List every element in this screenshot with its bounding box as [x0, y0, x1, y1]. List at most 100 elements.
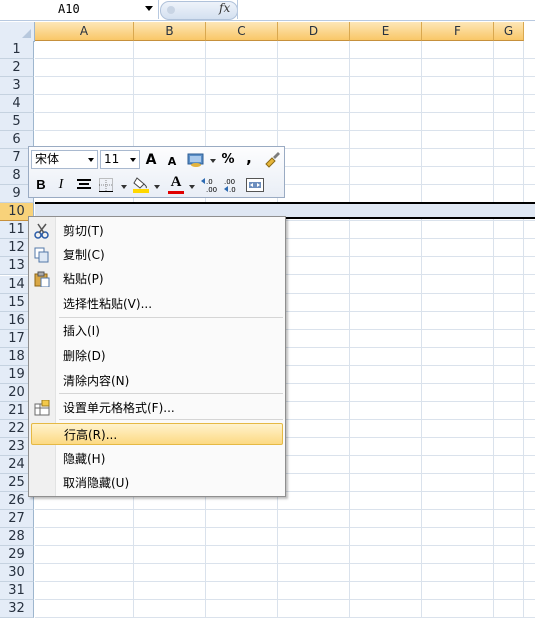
font-name-combo[interactable]: 宋体 [31, 150, 98, 169]
insert-function-button[interactable]: fx [219, 1, 230, 15]
row-header-1[interactable]: 1 [0, 41, 34, 59]
row-header-3[interactable]: 3 [0, 77, 34, 95]
row-header-31[interactable]: 31 [0, 582, 34, 600]
context-menu-item[interactable]: 设置单元格格式(F)... [31, 397, 283, 419]
gridline-horizontal [35, 76, 535, 77]
context-menu-item-label: 设置单元格格式(F)... [63, 401, 175, 415]
decrease-decimal-icon[interactable]: .00 .0 [224, 177, 244, 193]
row-header-32[interactable]: 32 [0, 600, 34, 618]
row-header-28[interactable]: 28 [0, 528, 34, 546]
column-header-d[interactable]: D [278, 22, 350, 41]
paste-icon [34, 271, 50, 287]
context-menu-item-label: 删除(D) [63, 349, 106, 363]
chevron-down-icon[interactable] [145, 6, 153, 11]
increase-decimal-icon[interactable]: .0 .00 [201, 177, 221, 193]
gridline-horizontal [35, 130, 535, 131]
gridline-horizontal [35, 509, 535, 510]
context-menu-item[interactable]: 取消隐藏(U) [31, 472, 283, 494]
select-all-corner[interactable] [0, 22, 35, 42]
italic-button[interactable]: I [55, 175, 67, 195]
center-align-icon[interactable] [77, 179, 91, 191]
chevron-down-icon[interactable] [130, 158, 136, 162]
fill-color-icon[interactable] [132, 175, 150, 193]
font-name-value[interactable]: 宋体 [35, 152, 59, 166]
context-menu-item[interactable]: 清除内容(N) [31, 370, 283, 392]
row-header-30[interactable]: 30 [0, 564, 34, 582]
merge-center-icon[interactable] [246, 178, 264, 192]
formula-bar: A10 fx [0, 0, 535, 21]
borders-icon[interactable] [99, 178, 113, 192]
row-header-4[interactable]: 4 [0, 95, 34, 113]
grow-font-button[interactable]: A [143, 150, 159, 170]
font-size-combo[interactable]: 11 [100, 150, 140, 169]
gridline-horizontal [35, 58, 535, 59]
context-menu: 剪切(T) 复制(C) 粘贴(P) 选择性粘贴(V)... 插入(I) 删除(D) 清除内容… [28, 216, 286, 497]
gridline-horizontal [35, 599, 535, 600]
font-size-value[interactable]: 11 [104, 152, 119, 166]
context-menu-item-label: 取消隐藏(U) [63, 476, 130, 490]
scissors-icon [34, 223, 49, 239]
gridline-horizontal [35, 94, 535, 95]
row-header-5[interactable]: 5 [0, 113, 34, 131]
gridline-horizontal [35, 563, 535, 564]
column-header-a[interactable]: A [35, 22, 134, 41]
column-header-e[interactable]: E [350, 22, 422, 41]
menu-separator [59, 419, 283, 420]
context-menu-item[interactable]: 行高(R)... [31, 423, 283, 445]
format-cells-icon [34, 400, 50, 416]
context-menu-item-label: 复制(C) [63, 248, 105, 262]
row-header-27[interactable]: 27 [0, 510, 34, 528]
gridline-horizontal [35, 545, 535, 546]
column-header-g[interactable]: G [494, 22, 524, 41]
gridline-horizontal [35, 581, 535, 582]
context-menu-item[interactable]: 选择性粘贴(V)... [31, 293, 283, 315]
mini-toolbar: 宋体 11 A A % , B I A .0 .00 .00 .0 [28, 146, 285, 198]
format-painter-icon[interactable] [263, 150, 281, 168]
context-menu-item-label: 行高(R)... [64, 428, 118, 442]
context-menu-item[interactable]: 剪切(T) [31, 220, 283, 242]
chevron-down-icon[interactable] [154, 185, 160, 189]
context-menu-item[interactable]: 隐藏(H) [31, 448, 283, 470]
font-color-button[interactable]: A [168, 172, 184, 192]
context-menu-item-label: 清除内容(N) [63, 374, 130, 388]
percent-style-button[interactable]: % [220, 150, 236, 170]
grip-icon[interactable] [167, 6, 175, 14]
formula-bar-splitter[interactable]: fx [160, 1, 238, 20]
row-header-2[interactable]: 2 [0, 59, 34, 77]
svg-text:.00: .00 [224, 178, 235, 186]
chevron-down-icon[interactable] [210, 159, 216, 163]
chevron-down-icon[interactable] [189, 185, 195, 189]
bold-button[interactable]: B [35, 175, 47, 195]
svg-text:.0: .0 [229, 186, 236, 193]
accounting-format-icon[interactable] [187, 152, 205, 168]
menu-separator [59, 317, 283, 318]
context-menu-item-label: 选择性粘贴(V)... [63, 297, 153, 311]
context-menu-item-label: 剪切(T) [63, 224, 104, 238]
comma-style-button[interactable]: , [243, 148, 255, 168]
context-menu-item-label: 粘贴(P) [63, 272, 104, 286]
row-header-29[interactable]: 29 [0, 546, 34, 564]
context-menu-item[interactable]: 粘贴(P) [31, 268, 283, 290]
shrink-font-button[interactable]: A [165, 152, 179, 172]
chevron-down-icon[interactable] [88, 158, 94, 162]
context-menu-item-label: 隐藏(H) [63, 452, 106, 466]
formula-separator [237, 0, 238, 19]
column-headers: ABCDEFG [0, 22, 535, 42]
font-color-swatch [168, 191, 184, 194]
context-menu-item[interactable]: 插入(I) [31, 320, 283, 342]
column-header-f[interactable]: F [422, 22, 494, 41]
chevron-down-icon[interactable] [121, 185, 127, 189]
gridline-horizontal [35, 112, 535, 113]
copy-icon [34, 247, 49, 263]
gridline-horizontal [35, 527, 535, 528]
svg-text:.0: .0 [206, 178, 213, 186]
context-menu-item-label: 插入(I) [63, 324, 100, 338]
name-box[interactable]: A10 [0, 0, 159, 19]
context-menu-item[interactable]: 复制(C) [31, 244, 283, 266]
menu-separator [59, 393, 283, 394]
column-header-b[interactable]: B [134, 22, 206, 41]
svg-text:.00: .00 [206, 186, 217, 193]
name-box-value[interactable]: A10 [58, 2, 80, 16]
column-header-c[interactable]: C [206, 22, 278, 41]
context-menu-item[interactable]: 删除(D) [31, 345, 283, 367]
